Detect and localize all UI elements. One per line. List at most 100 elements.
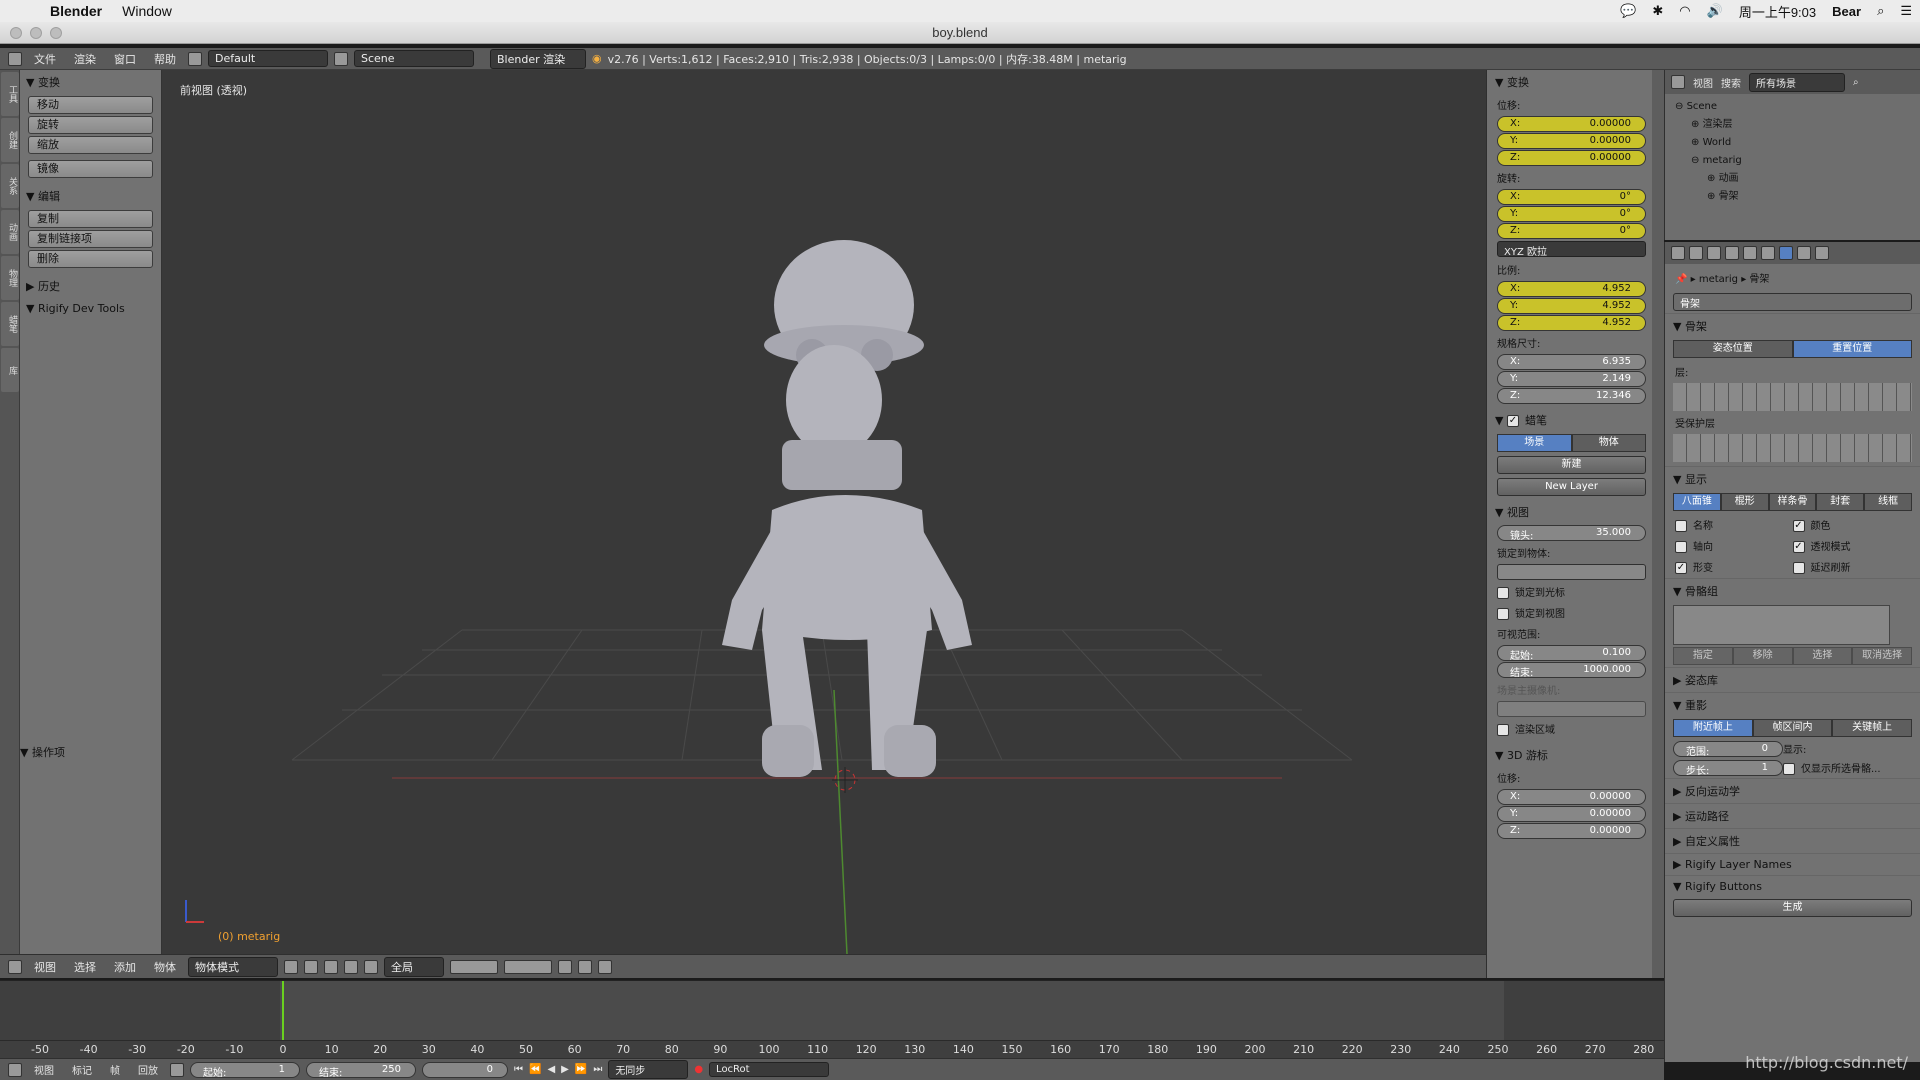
grease-object-tab[interactable]: 物体: [1571, 434, 1646, 452]
world-tab-icon[interactable]: [1725, 246, 1739, 260]
assign-button[interactable]: 指定: [1673, 647, 1733, 665]
wechat-icon[interactable]: 💬: [1620, 3, 1636, 19]
transform-header[interactable]: ▼ 变换: [1487, 70, 1652, 94]
tab-create[interactable]: 创建: [1, 118, 19, 162]
rot-z-field[interactable]: Z: 0°: [1497, 223, 1646, 239]
scale-x-field[interactable]: X: 4.952: [1497, 281, 1646, 297]
next-key-icon[interactable]: ⏩: [575, 1064, 587, 1075]
ik-header[interactable]: ▶ 反向运动学: [1665, 778, 1920, 803]
remove-button[interactable]: 移除: [1732, 647, 1793, 665]
jump-start-icon[interactable]: ⏮: [514, 1064, 523, 1075]
grease-pencil-header[interactable]: ▼ ✓ 蜡笔: [1487, 408, 1652, 432]
bone-groups-header[interactable]: ▼ 骨骼组: [1665, 578, 1920, 603]
clock[interactable]: 周一上午9:03: [1739, 2, 1816, 21]
rotate-button[interactable]: 旋转: [28, 116, 153, 134]
render-icon[interactable]: [598, 959, 612, 974]
texture-tab-icon[interactable]: [1815, 246, 1829, 260]
rigify-buttons-header[interactable]: ▼ Rigify Buttons: [1665, 875, 1920, 897]
tab-relations[interactable]: 关系: [1, 164, 19, 208]
grease-scene-tab[interactable]: 场景: [1497, 434, 1572, 452]
rot-y-field[interactable]: Y: 0°: [1497, 206, 1646, 222]
clip-start-field[interactable]: 起始: 0.100: [1497, 645, 1646, 662]
lock-object-field[interactable]: [1497, 564, 1646, 580]
wifi-icon[interactable]: ◠: [1679, 3, 1690, 19]
ghost-header[interactable]: ▼ 重影: [1665, 692, 1920, 717]
outliner-item-world[interactable]: ⊕ World: [1671, 134, 1914, 152]
scale-z-field[interactable]: Z: 4.952: [1497, 315, 1646, 331]
layout-icon[interactable]: [188, 51, 202, 66]
volume-icon[interactable]: 🔊: [1707, 3, 1723, 19]
search-icon[interactable]: ⌕: [1877, 3, 1884, 19]
outliner-item-scene[interactable]: ⊖ Scene: [1671, 98, 1914, 116]
panel-transform-header[interactable]: ▼ 变换: [20, 70, 161, 94]
rest-position-tab[interactable]: 重置位置: [1792, 340, 1912, 358]
outliner-menu-view[interactable]: 视图: [1693, 75, 1713, 90]
n-panel-scrollbar[interactable]: [1652, 70, 1664, 978]
constraints-tab-icon[interactable]: [1761, 246, 1775, 260]
menu-add[interactable]: 添加: [114, 959, 136, 975]
pose-library-header[interactable]: ▶ 姿态库: [1665, 667, 1920, 692]
cursor3d-header[interactable]: ▼ 3D 游标: [1487, 743, 1652, 767]
dim-y-field[interactable]: Y: 2.149: [1497, 371, 1646, 387]
outliner-search-icon[interactable]: ⌕: [1853, 77, 1859, 88]
panel-operator-header[interactable]: ▼ 操作项: [14, 740, 71, 764]
loc-y-field[interactable]: Y: 0.00000: [1497, 133, 1646, 149]
info-editor-icon[interactable]: [8, 51, 22, 66]
cursor-y-field[interactable]: Y: 0.00000: [1497, 806, 1646, 822]
rot-x-field[interactable]: X: 0°: [1497, 189, 1646, 205]
panel-rigify-header[interactable]: ▼ Rigify Dev Tools: [20, 298, 161, 319]
custom-props-header[interactable]: ▶ 自定义属性: [1665, 828, 1920, 853]
ghost-on-keys[interactable]: 关键帧上: [1832, 719, 1913, 737]
view-header[interactable]: ▼ 视图: [1487, 500, 1652, 524]
menu-render[interactable]: 渲染: [74, 51, 96, 67]
layout-select[interactable]: Default: [208, 50, 328, 67]
menu-select[interactable]: 选择: [74, 959, 96, 975]
shading-icon[interactable]: [284, 959, 298, 974]
layers-grid-2-icon[interactable]: [504, 959, 552, 974]
check-colors[interactable]: ✓ 颜色: [1792, 517, 1911, 532]
timeline[interactable]: -50 -40 -30 -20 -10 0 10 20 30 40 50 60 70 80 90 100 110…: [0, 980, 1664, 1058]
keying-set-field[interactable]: LocRot: [709, 1062, 830, 1077]
outliner-item-animation[interactable]: ⊕ 动画: [1671, 170, 1914, 188]
protected-layers-grid[interactable]: [1673, 434, 1912, 462]
duplicate-button[interactable]: 复制: [28, 210, 153, 228]
user-name[interactable]: Bear: [1832, 4, 1861, 19]
timeline-menu-playback[interactable]: 回放: [138, 1062, 158, 1077]
object-tab-icon[interactable]: [1743, 246, 1757, 260]
ghost-step-field[interactable]: 步长: 1: [1673, 760, 1783, 777]
jump-end-icon[interactable]: ⏭: [593, 1064, 602, 1075]
bone-tab-icon[interactable]: [1797, 246, 1811, 260]
dim-z-field[interactable]: Z: 12.346: [1497, 388, 1646, 404]
menu-object[interactable]: 物体: [154, 959, 176, 975]
scale-y-field[interactable]: Y: 4.952: [1497, 298, 1646, 314]
lock-view-check[interactable]: 锁定到视图: [1487, 602, 1652, 623]
current-frame-line[interactable]: [282, 981, 284, 1041]
layers-grid[interactable]: [1673, 383, 1912, 411]
orientation-select[interactable]: 全局: [384, 956, 444, 977]
outliner-filter-select[interactable]: 所有场景: [1749, 72, 1845, 92]
layers-grid-icon[interactable]: [450, 959, 498, 974]
loc-z-field[interactable]: Z: 0.00000: [1497, 150, 1646, 166]
editor-type-icon[interactable]: [8, 959, 22, 974]
pose-position-tab[interactable]: 姿态位置: [1673, 340, 1793, 358]
start-frame-field[interactable]: 起始: 1: [190, 1061, 300, 1079]
local-camera-field[interactable]: [1497, 701, 1646, 717]
timeline-editor-icon[interactable]: [8, 1062, 22, 1077]
select-button[interactable]: 选择: [1792, 647, 1853, 665]
check-axes[interactable]: 轴向: [1675, 538, 1793, 553]
app-menu[interactable]: Blender: [50, 3, 102, 19]
tab-grease[interactable]: 蜡笔: [1, 302, 19, 346]
rotation-mode-select[interactable]: XYZ 欧拉: [1497, 241, 1646, 258]
manipulator-translate-icon[interactable]: [324, 959, 338, 974]
manipulator-rotate-icon[interactable]: [344, 959, 358, 974]
panel-edit-header[interactable]: ▼ 编辑: [20, 184, 161, 208]
scene-icon[interactable]: [334, 51, 348, 66]
manipulator-scale-icon[interactable]: [364, 959, 378, 974]
clip-end-field[interactable]: 结束: 1000.000: [1497, 662, 1646, 679]
armature-name-field[interactable]: 骨架: [1673, 293, 1912, 311]
menu-view[interactable]: 视图: [34, 959, 56, 975]
tab-physics[interactable]: 物理: [1, 256, 19, 300]
3d-viewport[interactable]: 前视图 (透视) (0) metarig: [162, 70, 1486, 954]
outliner-item-armature[interactable]: ⊕ 骨架: [1671, 188, 1914, 206]
delete-button[interactable]: 删除: [28, 250, 153, 268]
